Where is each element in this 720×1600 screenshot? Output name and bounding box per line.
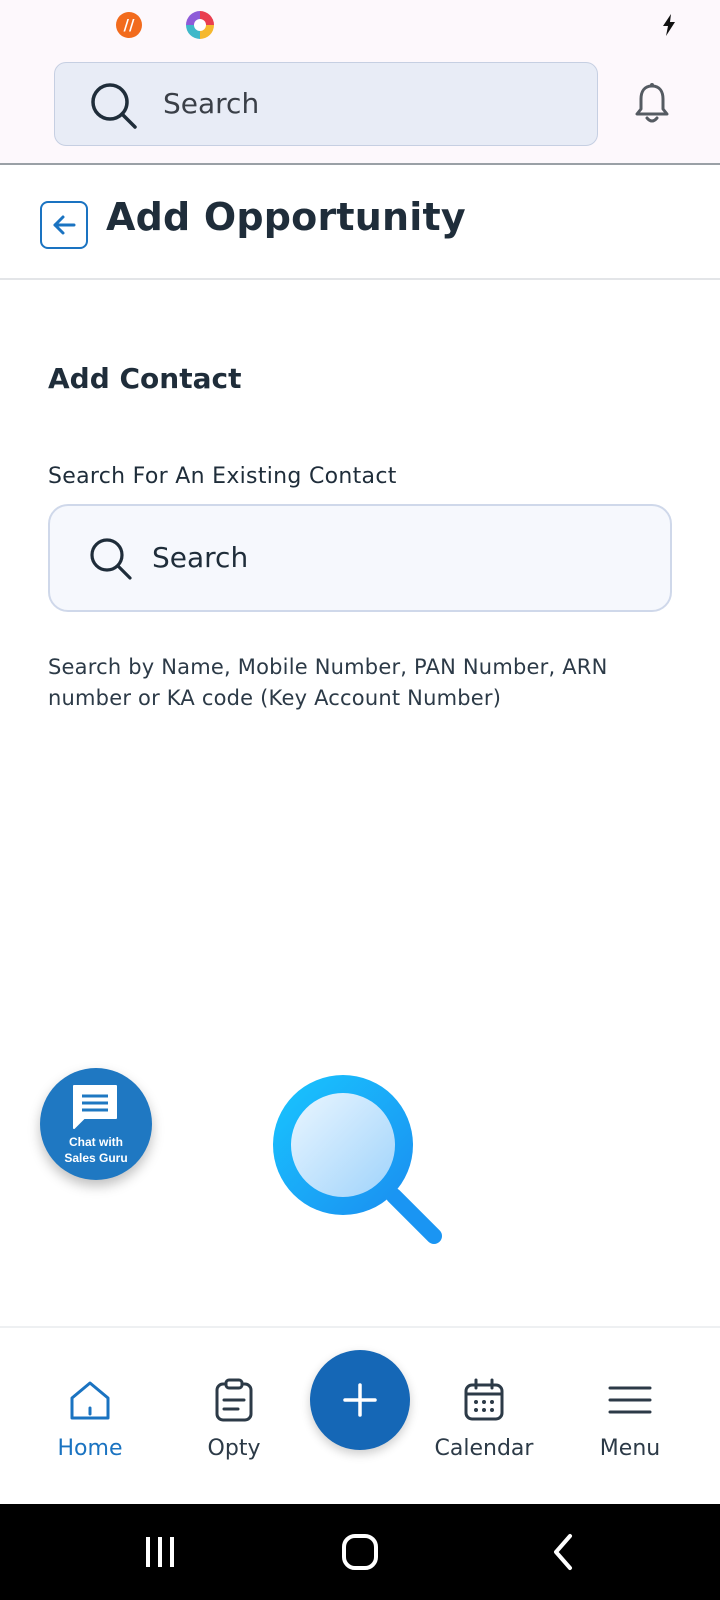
nav-label-menu: Menu [599,1436,661,1461]
contact-search-input[interactable]: Search [48,504,672,612]
page-header: Add Opportunity [0,165,720,280]
chat-bubble-icon [73,1085,117,1129]
arrow-left-icon [53,215,76,235]
add-button[interactable] [310,1350,410,1450]
calendar-icon [464,1378,504,1421]
global-search-placeholder: Search [163,87,260,120]
top-header: Search [0,50,720,165]
recent-apps-icon[interactable] [140,1532,180,1572]
back-system-icon[interactable] [544,1532,584,1572]
search-helper-text: Search by Name, Mobile Number, PAN Numbe… [48,655,608,710]
nav-label-home: Home [57,1436,123,1461]
section-heading: Add Contact [48,362,242,395]
bottom-navigation: Home Opty Calendar Menu [0,1326,720,1504]
page-title: Add Opportunity [106,195,466,239]
clipboard-icon [215,1378,253,1422]
chat-label: Chat with Sales Guru [64,1135,128,1165]
notification-app-icon: // [116,12,142,38]
plus-icon [343,1383,377,1417]
search-icon [91,83,137,129]
global-search-bar[interactable]: Search [54,62,598,146]
back-button[interactable] [40,201,88,249]
menu-icon [608,1386,652,1414]
search-illustration-icon [273,1075,442,1244]
home-icon [70,1381,110,1420]
status-bar: // [0,0,720,50]
contact-search-label: Search For An Existing Contact [48,464,397,489]
charging-icon [663,14,675,36]
nav-label-opty: Opty [207,1436,261,1461]
nav-item-opty[interactable]: Opty [162,1328,302,1506]
nav-item-menu[interactable]: Menu [558,1328,698,1506]
nav-label-calendar: Calendar [434,1436,534,1461]
bell-icon[interactable] [632,82,672,126]
home-system-icon[interactable] [340,1532,380,1572]
system-navigation-bar [0,1504,720,1600]
chat-with-sales-guru-button[interactable]: Chat with Sales Guru [40,1068,152,1180]
nav-item-home[interactable]: Home [18,1328,158,1506]
search-icon [90,538,132,580]
nav-item-calendar[interactable]: Calendar [412,1328,552,1506]
notification-app-icon-2 [186,11,214,39]
contact-search-placeholder: Search [152,541,249,574]
